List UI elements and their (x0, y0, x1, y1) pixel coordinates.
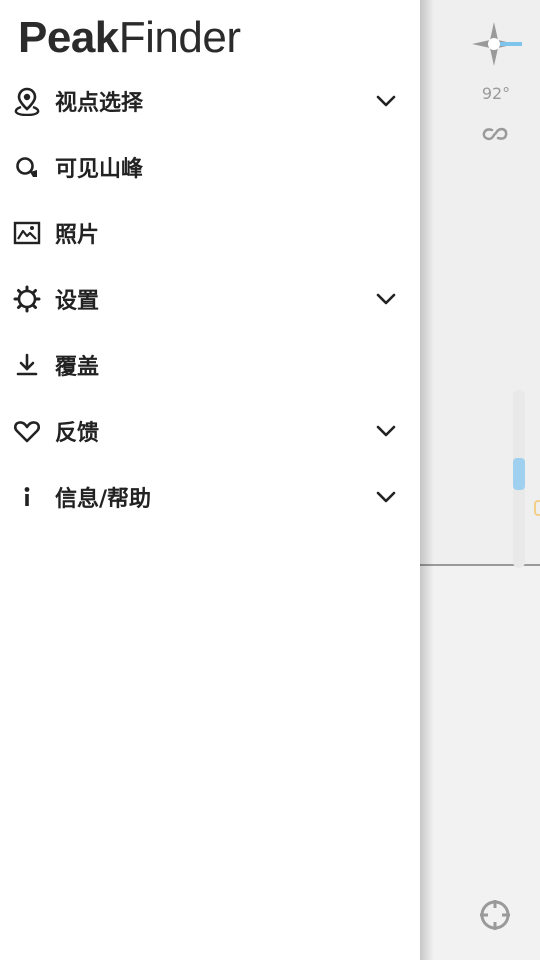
menu-item-overlay[interactable]: 覆盖 (0, 332, 420, 398)
peak-marker[interactable] (534, 500, 540, 516)
menu-item-settings[interactable]: 设置 (0, 266, 420, 332)
chevron-down-icon[interactable] (374, 419, 398, 443)
chevron-down-icon[interactable] (374, 485, 398, 509)
logo-bold-text: Peak (18, 13, 119, 62)
zoom-slider-thumb[interactable] (513, 458, 525, 490)
navigation-drawer: PeakFinder 视点选择 可见山峰 照片 设置 覆盖 反馈 信息/帮助 (0, 0, 420, 960)
crosshair-locate-icon[interactable] (478, 898, 512, 932)
compass-icon[interactable] (470, 20, 522, 72)
heart-icon (12, 416, 42, 446)
download-icon (12, 350, 42, 380)
menu-label-visible-peaks: 可见山峰 (55, 157, 144, 182)
menu-label-info-help: 信息/帮助 (55, 487, 152, 512)
menu-label-feedback: 反馈 (55, 421, 100, 446)
menu-item-feedback[interactable]: 反馈 (0, 398, 420, 464)
link-icon[interactable] (480, 124, 510, 144)
gear-icon (12, 284, 42, 314)
chevron-down-icon[interactable] (374, 89, 398, 113)
menu-item-viewpoint[interactable]: 视点选择 (0, 68, 420, 134)
search-peak-icon (12, 152, 42, 182)
heading-label: 92° (481, 84, 511, 103)
drawer-shadow (420, 0, 434, 960)
menu-item-visible-peaks[interactable]: 可见山峰 (0, 134, 420, 200)
app-logo: PeakFinder (18, 12, 241, 64)
photo-icon (12, 218, 42, 248)
menu-item-photos[interactable]: 照片 (0, 200, 420, 266)
menu-label-settings: 设置 (55, 289, 100, 314)
logo-light-text: Finder (118, 13, 241, 62)
location-pin-icon (12, 86, 42, 116)
menu-label-photos: 照片 (55, 223, 100, 248)
chevron-down-icon[interactable] (374, 287, 398, 311)
menu-label-overlay: 覆盖 (55, 355, 100, 380)
info-icon (12, 482, 42, 512)
drawer-menu: 视点选择 可见山峰 照片 设置 覆盖 反馈 信息/帮助 (0, 68, 420, 530)
menu-label-viewpoint: 视点选择 (55, 91, 144, 116)
menu-item-info-help[interactable]: 信息/帮助 (0, 464, 420, 530)
